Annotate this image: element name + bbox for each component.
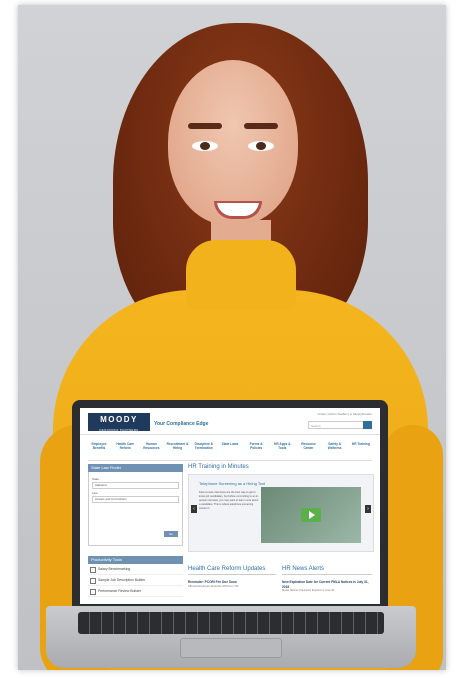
chevron-left-icon[interactable]: ‹ <box>191 505 197 513</box>
site-header: MOODY RESOURCE PARTNERS Your Compliance … <box>80 408 380 435</box>
video-description: Face-to-face interviews are the best way… <box>199 491 259 510</box>
state-select[interactable]: Alabama <box>92 482 179 489</box>
sidebar: State Law Finder State Alabama Law Arres… <box>88 464 183 597</box>
video-title[interactable]: Telephone Screening as a Hiring Tool <box>199 481 265 486</box>
right-eye <box>248 141 274 151</box>
nav-recruitment-hiring[interactable]: Recruitment & Hiring <box>167 442 189 460</box>
video-thumbnail[interactable] <box>261 487 361 543</box>
trackpad <box>180 638 282 658</box>
keyboard <box>78 612 384 634</box>
right-eyebrow <box>244 123 278 129</box>
state-law-finder-title: State Law Finder <box>88 464 183 472</box>
tool-performance-review-builder[interactable]: Performance Review Builder <box>88 586 183 597</box>
brand-name: MOODY <box>100 415 138 424</box>
state-label: State <box>92 477 100 481</box>
tagline: Your Compliance Edge <box>154 421 209 427</box>
hr-news-headline[interactable]: New Expiration Date for Current FMLA Not… <box>282 580 372 589</box>
hr-news-title: HR News Alerts <box>282 566 325 572</box>
nav-health-care-reform[interactable]: Health Care Reform <box>114 442 136 460</box>
productivity-tools: Productivity Tools Salary Benchmarking S… <box>88 556 183 597</box>
hcr-text: Affected Employers Must File IRS Form 72… <box>188 584 239 588</box>
photo-frame: MOODY RESOURCE PARTNERS Your Compliance … <box>0 0 464 683</box>
divider <box>282 574 372 575</box>
nav-discipline-termination[interactable]: Discipline & Termination <box>193 442 215 460</box>
hcr-update-item: Reminder: PCORI Fee Due Soon Affected Em… <box>188 580 278 589</box>
search-icon[interactable] <box>363 421 372 429</box>
training-carousel: Telephone Screening as a Hiring Tool Fac… <box>188 474 374 552</box>
go-button[interactable]: Go <box>164 531 178 537</box>
chevron-right-icon[interactable]: › <box>365 505 371 513</box>
tool-salary-benchmarking[interactable]: Salary Benchmarking <box>88 564 183 575</box>
hr-training-title: HR Training in Minutes <box>188 464 249 470</box>
state-law-finder: State Alabama Law Arrests and Conviction… <box>88 472 183 546</box>
play-icon[interactable] <box>301 508 321 522</box>
nav-human-resources[interactable]: Human Resources <box>140 442 162 460</box>
laptop-screen: MOODY RESOURCE PARTNERS Your Compliance … <box>80 408 380 604</box>
left-eyebrow <box>188 123 222 129</box>
law-label: Law <box>92 491 98 495</box>
nav-resource-center[interactable]: Resource Center <box>298 442 320 460</box>
divider <box>188 574 276 575</box>
productivity-tools-title: Productivity Tools <box>88 556 183 564</box>
hr-news-text: Model Notices Previously Expired on June… <box>282 589 335 592</box>
nav-employee-benefits[interactable]: Employee Benefits <box>88 442 110 460</box>
law-select[interactable]: Arrests and Convictions <box>92 496 179 503</box>
nav-forms-policies[interactable]: Forms & Policies <box>245 442 267 460</box>
left-eye <box>192 141 218 151</box>
nav-state-laws[interactable]: State Laws <box>219 442 241 460</box>
tool-job-description-builder[interactable]: Sample Job Description Builder <box>88 575 183 586</box>
moody-logo[interactable]: MOODY RESOURCE PARTNERS <box>88 413 150 432</box>
hr-news-item: New Expiration Date for Current FMLA Not… <box>282 580 372 593</box>
main-nav: Employee Benefits Health Care Reform Hum… <box>88 442 372 461</box>
nav-hr-apps-tools[interactable]: HR Apps & Tools <box>271 442 293 460</box>
turtleneck-collar <box>186 240 296 310</box>
nav-safety-wellness[interactable]: Safety & Wellness <box>324 442 346 460</box>
nav-hr-training[interactable]: HR Training <box>350 442 372 460</box>
top-links[interactable]: Group | Admin Toolbox | ● Simplyfounder <box>317 412 372 416</box>
brand-subtitle: RESOURCE PARTNERS <box>99 428 139 432</box>
hcr-updates-title: Health Care Reform Updates <box>188 566 266 572</box>
